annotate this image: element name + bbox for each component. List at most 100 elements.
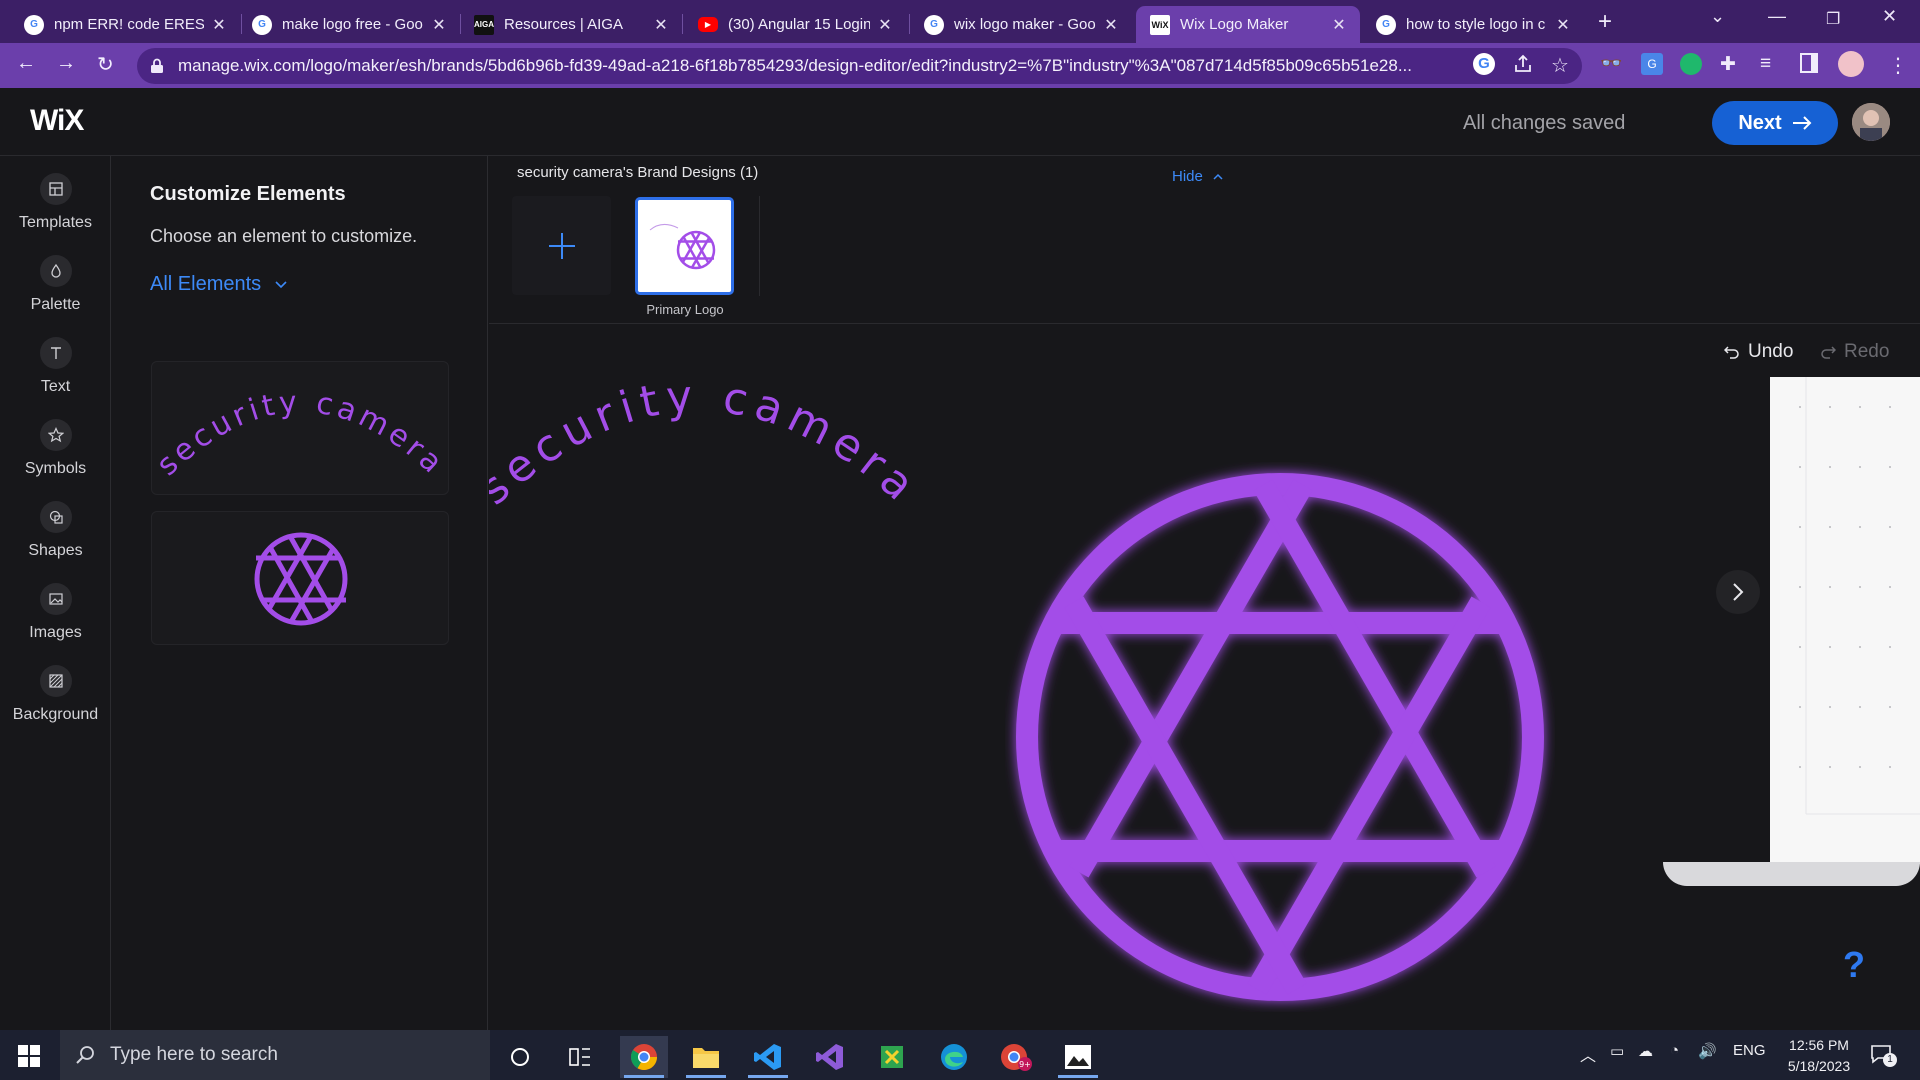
next-label: Next — [1738, 111, 1782, 134]
onedrive-icon[interactable]: ☁ — [1638, 1042, 1653, 1060]
rail-item-background[interactable]: Background — [0, 665, 111, 724]
edge-icon[interactable] — [930, 1036, 978, 1078]
vscode-icon[interactable] — [744, 1036, 792, 1078]
element-card-symbol[interactable] — [151, 511, 449, 645]
close-icon[interactable]: ✕ — [210, 15, 228, 35]
kebab-menu-icon[interactable]: ⋮ — [1888, 53, 1908, 78]
next-button[interactable]: Next — [1712, 101, 1838, 145]
restore-button[interactable]: ❐ — [1826, 9, 1840, 29]
tab-title: wix logo maker - Goo — [954, 16, 1096, 33]
back-icon[interactable]: ← — [16, 52, 36, 75]
language-indicator[interactable]: ENG — [1733, 1042, 1766, 1059]
reload-icon[interactable]: ↻ — [97, 52, 114, 77]
browser-tab[interactable]: G wix logo maker - Goo ✕ — [910, 6, 1132, 43]
photos-icon[interactable] — [1054, 1036, 1102, 1078]
forward-icon[interactable]: → — [56, 52, 76, 75]
rail-item-label: Palette — [30, 296, 81, 313]
browser-tab[interactable]: G npm ERR! code ERESC ✕ — [10, 6, 240, 43]
task-view-icon[interactable] — [556, 1036, 604, 1078]
undo-icon — [1724, 346, 1739, 359]
tray-chevron-icon[interactable]: ︿ — [1580, 1042, 1596, 1066]
wifi-icon[interactable]: ◔ — [1670, 1042, 1679, 1059]
add-design-button[interactable] — [512, 196, 611, 295]
window-close-button[interactable]: ✕ — [1882, 6, 1897, 27]
images-icon — [39, 583, 72, 615]
primary-logo-thumbnail — [649, 224, 716, 270]
rail-item-shapes[interactable]: Shapes — [0, 501, 111, 560]
canvas-curved-text[interactable]: security camera — [489, 360, 909, 510]
extension-green-icon[interactable] — [1680, 53, 1702, 75]
element-card-text[interactable]: security camera — [151, 361, 449, 495]
rail-item-templates[interactable]: Templates — [0, 173, 111, 232]
wix-logo[interactable]: WiX — [30, 104, 84, 138]
canvas-aperture-symbol[interactable] — [1005, 462, 1555, 1012]
browser-tab[interactable]: G make logo free - Goo ✕ — [238, 6, 460, 43]
battery-icon[interactable]: ▭ — [1610, 1042, 1624, 1060]
chrome-profile-icon[interactable]: 9+ — [992, 1036, 1040, 1078]
browser-tab[interactable]: AIGA Resources | AIGA ✕ — [460, 6, 682, 43]
bookmark-star-icon[interactable]: ☆ — [1551, 53, 1569, 78]
redo-button[interactable]: Redo — [1820, 341, 1889, 363]
media-queue-icon[interactable]: ≡ — [1760, 53, 1771, 75]
help-button[interactable]: ? — [1843, 944, 1865, 986]
redo-label: Redo — [1844, 341, 1890, 362]
svg-text:security camera: security camera — [489, 370, 909, 510]
close-icon[interactable]: ✕ — [876, 15, 894, 35]
new-tab-button[interactable]: + — [1598, 8, 1612, 36]
browser-tab[interactable]: G how to style logo in c ✕ — [1362, 6, 1584, 43]
close-icon[interactable]: ✕ — [1330, 15, 1348, 35]
tab-search-chevron-icon[interactable]: ⌄ — [1710, 6, 1725, 27]
clock[interactable]: 12:56 PM 5/18/2023 — [1776, 1035, 1862, 1077]
user-avatar[interactable] — [1852, 103, 1890, 141]
browser-tab-active[interactable]: WiX Wix Logo Maker ✕ — [1136, 6, 1360, 43]
google-lens-icon[interactable]: G — [1473, 53, 1495, 75]
rail-item-symbols[interactable]: Symbols — [0, 419, 111, 478]
close-icon[interactable]: ✕ — [652, 15, 670, 35]
background-icon — [39, 665, 72, 697]
minimize-button[interactable]: — — [1768, 6, 1786, 27]
rail-item-label: Templates — [19, 214, 92, 231]
google-icon: G — [924, 14, 944, 35]
panel-subtitle: Choose an element to customize. — [150, 226, 418, 246]
next-preview-button[interactable] — [1716, 570, 1760, 614]
rail-item-label: Symbols — [24, 460, 87, 477]
chevron-up-icon — [1213, 173, 1223, 180]
close-icon[interactable]: ✕ — [1102, 15, 1120, 35]
notifications-icon[interactable]: 1 — [1870, 1044, 1897, 1067]
youtube-icon: ▶ — [698, 17, 718, 32]
primary-logo-card[interactable] — [635, 197, 734, 295]
tab-title: Wix Logo Maker — [1180, 16, 1289, 33]
primary-logo-label: Primary Logo — [646, 302, 724, 317]
taskbar-search[interactable]: Type here to search — [60, 1030, 490, 1080]
undo-button[interactable]: Undo — [1724, 341, 1793, 363]
close-icon[interactable]: ✕ — [1554, 15, 1572, 35]
rail-item-palette[interactable]: Palette — [0, 255, 111, 314]
browser-tab[interactable]: ▶ (30) Angular 15 Login ✕ — [684, 6, 906, 43]
translate-icon[interactable]: G — [1641, 53, 1663, 75]
file-explorer-icon[interactable] — [682, 1036, 730, 1078]
windows-start-icon[interactable] — [18, 1045, 40, 1067]
extensions-puzzle-icon[interactable]: ✚ — [1720, 53, 1736, 76]
close-icon[interactable]: ✕ — [430, 15, 448, 35]
elements-filter-dropdown[interactable]: All Elements — [150, 273, 287, 296]
profile-avatar-icon[interactable] — [1838, 51, 1864, 77]
url-text[interactable]: manage.wix.com/logo/maker/esh/brands/5bd… — [178, 56, 1458, 76]
visual-studio-icon[interactable] — [806, 1036, 854, 1078]
mockup-laptop-base — [1663, 862, 1920, 886]
extension-glasses-icon[interactable]: 👓 — [1600, 53, 1622, 74]
google-icon: G — [252, 14, 272, 35]
side-panel-icon[interactable] — [1800, 53, 1818, 73]
hide-button[interactable]: Hide — [1172, 168, 1223, 185]
app-green-icon[interactable] — [868, 1036, 916, 1078]
hide-label: Hide — [1172, 168, 1203, 185]
symbols-icon — [39, 419, 72, 451]
rail-item-text[interactable]: Text — [0, 337, 111, 396]
chrome-app-icon[interactable] — [620, 1036, 668, 1078]
rail-item-images[interactable]: Images — [0, 583, 111, 642]
aperture-icon — [254, 532, 348, 626]
cortana-icon[interactable] — [496, 1036, 544, 1078]
volume-icon[interactable]: 🔊 — [1698, 1042, 1717, 1060]
chevron-right-icon — [1733, 583, 1744, 601]
brand-designs-title: security camera's Brand Designs (1) — [517, 164, 759, 181]
share-icon[interactable] — [1512, 53, 1534, 75]
